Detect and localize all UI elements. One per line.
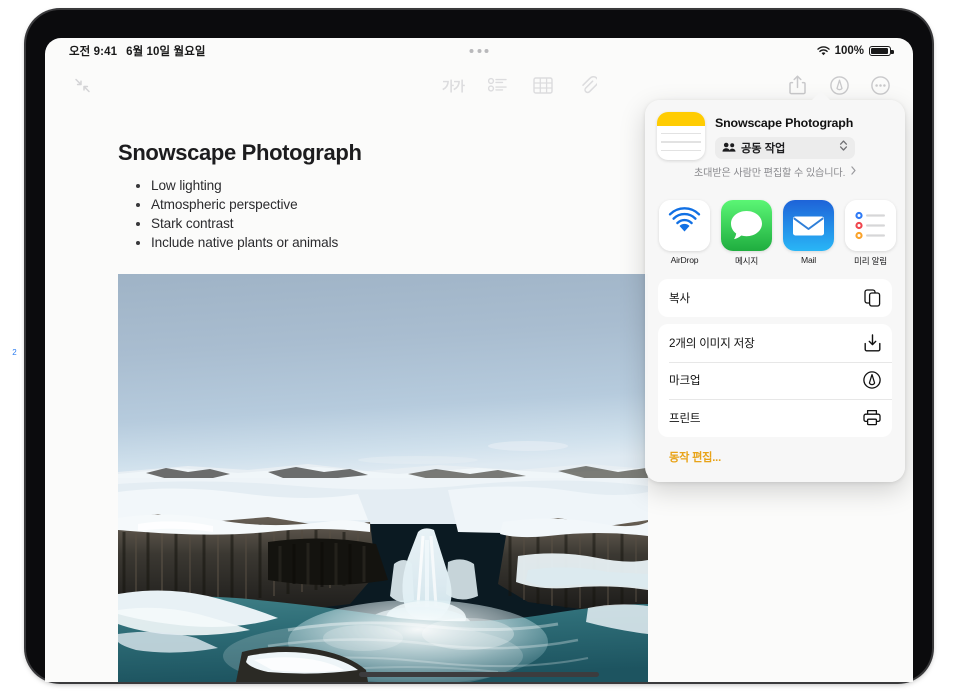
permission-row[interactable]: 초대받은 사람만 편집할 수 있습니다. [645, 164, 905, 179]
share-app-airdrop[interactable]: AirDrop [659, 200, 710, 272]
reminders-icon [845, 200, 896, 251]
status-bar: 오전 9:41 6월 10일 월요일 100% [45, 38, 913, 64]
action-markup[interactable]: 마크업 [658, 362, 892, 400]
action-save-images[interactable]: 2개의 이미지 저장 [658, 324, 892, 362]
share-app-label: Mail [783, 255, 834, 265]
share-apps-row[interactable]: AirDrop 메시지 [645, 200, 905, 272]
share-actions-group-2[interactable]: 2개의 이미지 저장 마크업 [658, 324, 892, 437]
collaboration-mode-select[interactable]: 공동 작업 [715, 137, 855, 159]
snowy-waterfall-photo[interactable] [118, 274, 648, 682]
note-title: Snowscape Photograph [118, 140, 362, 166]
share-app-messages[interactable]: 메시지 [721, 200, 772, 272]
table-icon[interactable] [526, 68, 560, 102]
messages-icon [721, 200, 772, 251]
battery-percent-label: 100% [835, 45, 864, 57]
note-bullet-list: Low lighting Atmospheric perspective Sta… [130, 176, 338, 252]
share-app-label: 메시지 [721, 255, 772, 267]
printer-icon [863, 409, 881, 427]
list-item: Low lighting [130, 176, 338, 195]
up-down-chevron-icon [839, 139, 848, 157]
more-ellipsis-circle-icon[interactable] [863, 68, 897, 102]
notes-app-icon [657, 112, 705, 160]
multitasking-dots-icon[interactable] [470, 49, 489, 53]
collaboration-mode-label: 공동 작업 [741, 140, 785, 156]
compose-new-note-icon[interactable] [905, 68, 913, 102]
save-download-icon [863, 334, 881, 352]
action-label: 프린트 [669, 410, 863, 426]
edit-actions-button[interactable]: 동작 편집... [669, 449, 721, 465]
battery-full-icon [869, 46, 891, 57]
share-upload-icon[interactable] [780, 68, 814, 102]
share-sheet[interactable]: Snowscape Photograph 공동 작업 [645, 100, 905, 482]
two-people-icon [722, 139, 736, 157]
share-sheet-header: Snowscape Photograph 공동 작업 [645, 100, 905, 195]
wifi-icon [817, 46, 830, 56]
paperclip-attach-icon[interactable] [571, 68, 605, 102]
ipad-device-frame: 2 오전 9:41 6월 10일 월요일 100% [26, 10, 932, 682]
status-bar-right: 100% [817, 45, 891, 57]
checklist-icon[interactable] [481, 68, 515, 102]
share-app-mail[interactable]: Mail [783, 200, 834, 272]
list-item: Include native plants or animals [130, 233, 338, 252]
action-label: 복사 [669, 290, 863, 306]
home-indicator-bar[interactable] [359, 672, 599, 677]
ipad-screen: 오전 9:41 6월 10일 월요일 100% [45, 38, 913, 682]
action-label: 마크업 [669, 372, 863, 388]
action-copy[interactable]: 복사 [658, 279, 892, 317]
action-print[interactable]: 프린트 [658, 399, 892, 437]
text-format-icon[interactable]: 가가 [433, 68, 473, 102]
share-sheet-caret [811, 91, 831, 101]
share-sheet-title: Snowscape Photograph [715, 116, 853, 130]
share-app-label: AirDrop [659, 255, 710, 265]
status-bar-time: 오전 9:41 [69, 43, 117, 59]
share-app-label: 미리 알림 [845, 255, 896, 267]
action-label: 2개의 이미지 저장 [669, 335, 863, 351]
markup-pen-circle-icon [863, 371, 881, 389]
share-actions-group-1[interactable]: 복사 [658, 279, 892, 317]
airdrop-icon [659, 200, 710, 251]
mail-icon [783, 200, 834, 251]
list-item: Stark contrast [130, 214, 338, 233]
chevron-right-icon [851, 166, 856, 178]
permission-text: 초대받은 사람만 편집할 수 있습니다. [694, 168, 845, 179]
copy-icon [863, 289, 881, 307]
status-bar-left: 오전 9:41 6월 10일 월요일 [69, 43, 206, 59]
bezel-marker: 2 [10, 348, 19, 357]
list-item: Atmospheric perspective [130, 195, 338, 214]
collapse-arrows-icon[interactable] [65, 68, 99, 102]
status-bar-date: 6월 10일 월요일 [126, 43, 205, 59]
share-app-reminders[interactable]: 미리 알림 [845, 200, 896, 272]
